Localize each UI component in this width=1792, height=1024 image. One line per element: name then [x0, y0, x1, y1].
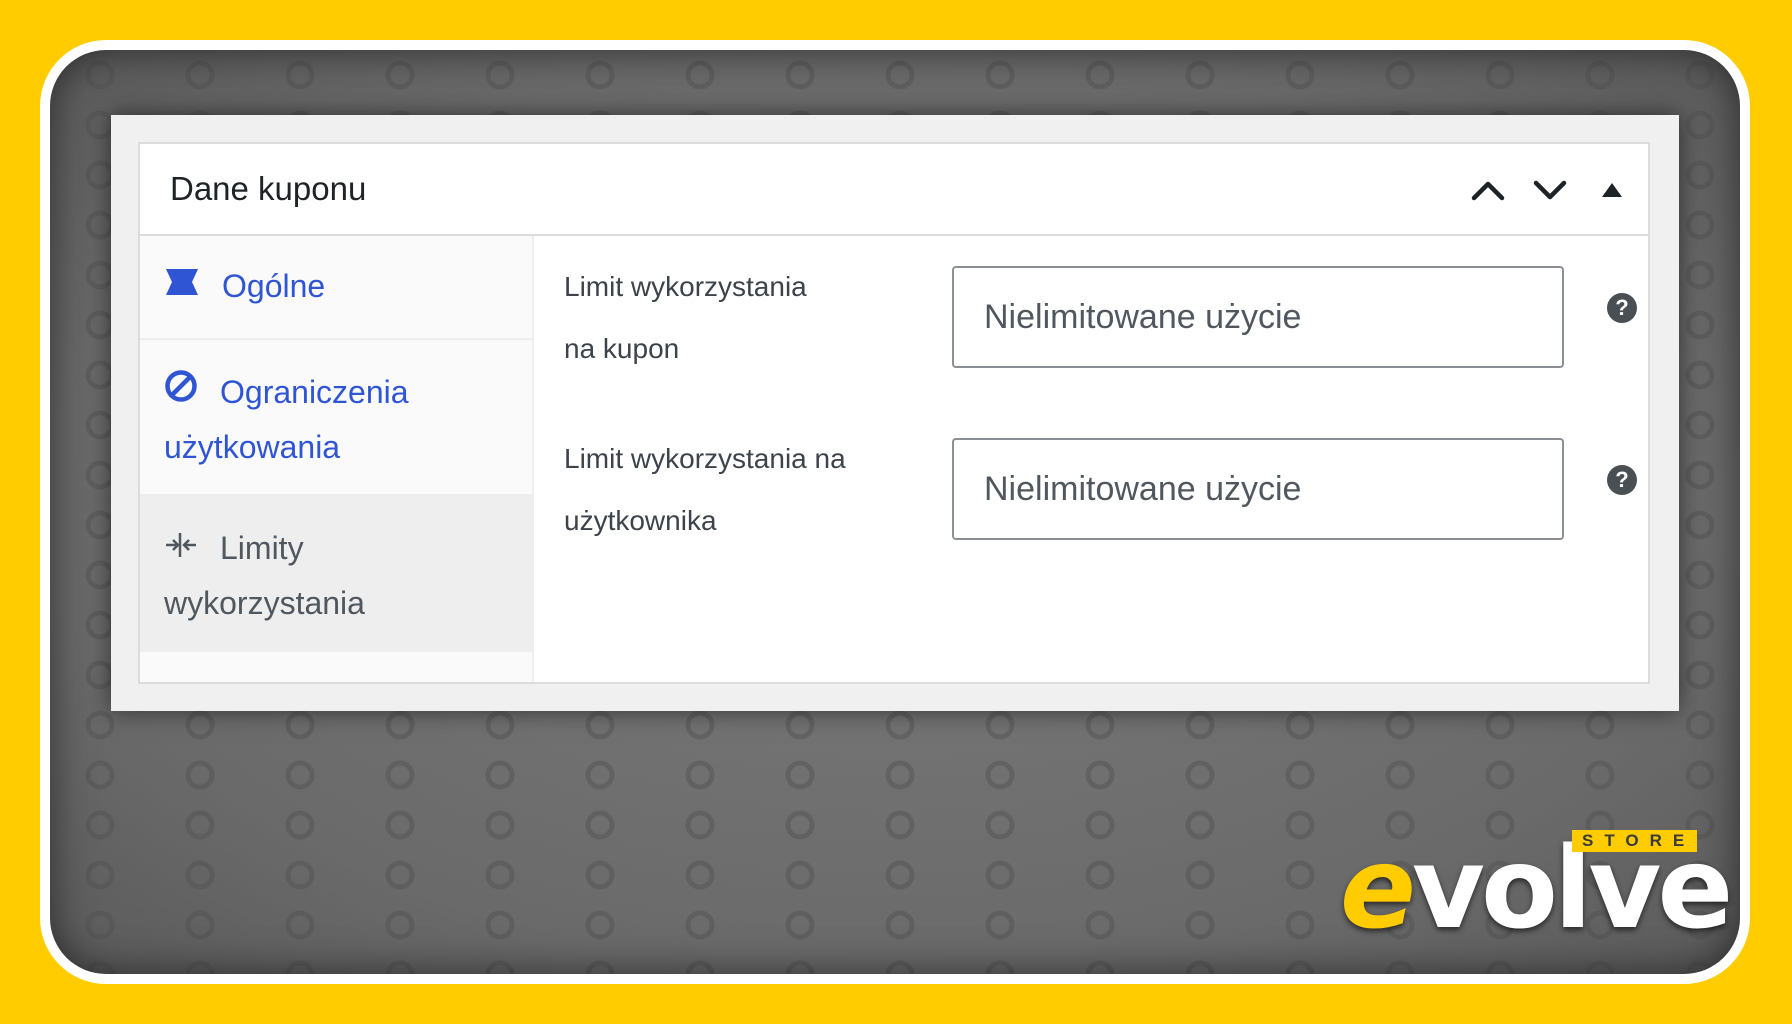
tab-label: Ogólne — [222, 268, 326, 304]
help-tip-icon[interactable]: ? — [1607, 293, 1637, 323]
evolve-store-logo: evolve STORE — [1340, 830, 1733, 945]
usage-limit-per-coupon-label: Limit wykorzystania na kupon — [564, 256, 884, 380]
limits-icon — [164, 522, 198, 574]
tab-label-line2: użytkowania — [164, 428, 341, 465]
usage-limit-per-coupon-input[interactable] — [952, 266, 1564, 368]
chevron-down-icon — [1533, 180, 1567, 200]
tab-usage-limits[interactable]: Limity wykorzystania — [140, 496, 532, 652]
screenshot-panel: Dane kuponu Ogólne Ograniczenia użytkowa… — [111, 115, 1679, 711]
tab-label-line2: wykorzystania — [164, 584, 365, 621]
ticket-icon — [164, 260, 200, 312]
tab-usage-restriction[interactable]: Ograniczenia użytkowania — [140, 340, 532, 496]
toggle-panel-button[interactable] — [1590, 166, 1634, 214]
usage-limit-per-user-input[interactable] — [952, 438, 1564, 540]
tab-label-line1: Ograniczenia — [220, 374, 409, 410]
coupon-data-metabox: Dane kuponu Ogólne Ograniczenia użytkowa… — [138, 142, 1650, 684]
usage-limit-per-user-label: Limit wykorzystania na użytkownika — [564, 428, 884, 552]
label-line1: Limit wykorzystania — [564, 271, 807, 302]
usage-limits-panel: Limit wykorzystania na kupon ? Limit wyk… — [534, 236, 1648, 682]
label-line2: na kupon — [564, 333, 680, 364]
chevron-up-icon — [1471, 181, 1505, 201]
tab-label-line1: Limity — [220, 530, 304, 566]
metabox-title: Dane kuponu — [170, 170, 367, 207]
move-down-button[interactable] — [1528, 166, 1572, 214]
tab-general[interactable]: Ogólne — [140, 236, 532, 340]
label-line2: użytkownika — [564, 505, 717, 536]
prohibited-icon — [164, 366, 198, 418]
help-tip-icon[interactable]: ? — [1607, 465, 1637, 495]
triangle-up-icon — [1602, 183, 1622, 197]
coupon-tabs: Ogólne Ograniczenia użytkowania Limity w… — [140, 236, 534, 682]
label-line1: Limit wykorzystania na — [564, 443, 846, 474]
logo-store-badge: STORE — [1572, 830, 1698, 852]
header-actions — [1466, 166, 1634, 214]
metabox-header: Dane kuponu — [140, 144, 1648, 236]
move-up-button[interactable] — [1466, 166, 1510, 214]
